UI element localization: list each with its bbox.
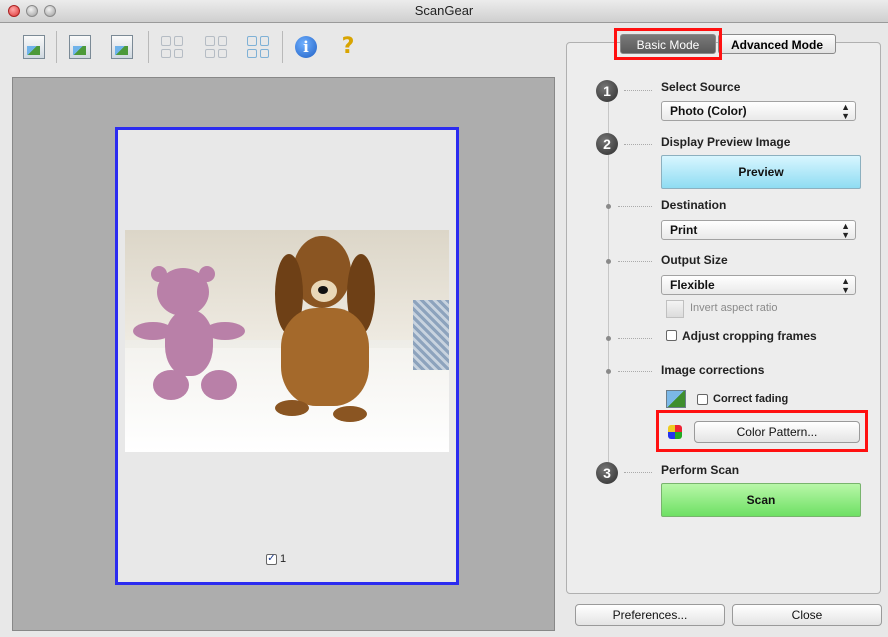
preferences-button[interactable]: Preferences... bbox=[575, 604, 725, 626]
scan-to-file-icon bbox=[69, 35, 91, 59]
dropdown-arrows-icon: ▲ ▼ bbox=[841, 102, 850, 121]
minimize-window-icon[interactable] bbox=[26, 5, 38, 17]
step-dots bbox=[618, 371, 652, 372]
page-select-checkbox[interactable]: ✓ 1 bbox=[266, 553, 286, 565]
zoom-window-icon[interactable] bbox=[44, 5, 56, 17]
output-size-value: Flexible bbox=[670, 278, 715, 292]
output-size-dropdown[interactable]: Flexible ▲ ▼ bbox=[661, 275, 856, 295]
scan-image-button[interactable] bbox=[108, 33, 136, 61]
correct-fading-checkbox[interactable] bbox=[697, 394, 708, 405]
step-1-icon: 1 bbox=[596, 80, 618, 102]
step-dot bbox=[606, 259, 611, 264]
invert-aspect-ratio-label: Invert aspect ratio bbox=[690, 302, 778, 314]
output-size-label: Output Size bbox=[661, 253, 728, 267]
step-dot bbox=[606, 204, 611, 209]
window-title: ScanGear bbox=[414, 3, 474, 18]
toolbar: i ? bbox=[0, 23, 565, 71]
scan-image-icon bbox=[111, 35, 133, 59]
step-dot bbox=[606, 369, 611, 374]
whole-image-view-icon bbox=[205, 36, 227, 58]
info-icon: i bbox=[295, 36, 317, 58]
select-all-frames-button[interactable] bbox=[244, 33, 272, 61]
open-scanned-image-button[interactable] bbox=[20, 33, 48, 61]
perform-scan-label: Perform Scan bbox=[661, 463, 740, 477]
title-bar: ScanGear bbox=[0, 0, 888, 23]
checkbox-checked-icon: ✓ bbox=[266, 553, 277, 565]
correct-fading-icon bbox=[666, 390, 686, 408]
adjust-cropping-label: Adjust cropping frames bbox=[682, 329, 817, 343]
preview-area[interactable]: ✓ 1 bbox=[12, 77, 555, 631]
help-button[interactable]: ? bbox=[334, 33, 362, 61]
preview-page-frame[interactable]: ✓ 1 bbox=[115, 127, 459, 585]
page-number: 1 bbox=[280, 553, 287, 565]
step-dots bbox=[624, 144, 652, 145]
step-dot bbox=[606, 336, 611, 341]
step-3-icon: 3 bbox=[596, 462, 618, 484]
step-dots bbox=[618, 261, 652, 262]
scan-button[interactable]: Scan bbox=[661, 483, 861, 517]
thumbnail-view-button[interactable] bbox=[158, 33, 186, 61]
whole-image-view-button[interactable] bbox=[202, 33, 230, 61]
preview-photo bbox=[125, 230, 449, 452]
scan-to-file-button[interactable] bbox=[66, 33, 94, 61]
invert-aspect-ratio-button[interactable] bbox=[666, 300, 684, 318]
select-source-label: Select Source bbox=[661, 80, 741, 94]
display-preview-label: Display Preview Image bbox=[661, 135, 791, 149]
open-scanned-image-icon bbox=[23, 35, 45, 59]
select-all-frames-icon bbox=[247, 36, 269, 58]
destination-value: Print bbox=[670, 223, 698, 237]
destination-label: Destination bbox=[661, 198, 727, 212]
toolbar-separator bbox=[148, 31, 149, 63]
preview-button[interactable]: Preview bbox=[661, 155, 861, 189]
highlight-basic-mode bbox=[614, 28, 722, 60]
step-dots bbox=[624, 472, 652, 473]
dropdown-arrows-icon: ▲ ▼ bbox=[841, 276, 850, 295]
destination-dropdown[interactable]: Print ▲ ▼ bbox=[661, 220, 856, 240]
toolbar-separator bbox=[56, 31, 57, 63]
dropdown-arrows-icon: ▲ ▼ bbox=[841, 221, 850, 240]
help-icon: ? bbox=[341, 34, 355, 59]
step-dots bbox=[618, 338, 652, 339]
step-dots bbox=[624, 90, 652, 91]
close-button[interactable]: Close bbox=[732, 604, 882, 626]
image-corrections-label: Image corrections bbox=[661, 363, 765, 377]
tab-advanced-mode[interactable]: Advanced Mode bbox=[718, 34, 836, 54]
steps-connector bbox=[608, 100, 609, 470]
thumbnail-view-icon bbox=[161, 36, 183, 58]
info-button[interactable]: i bbox=[292, 33, 320, 61]
toolbar-separator bbox=[282, 31, 283, 63]
correct-fading-label: Correct fading bbox=[713, 393, 789, 405]
adjust-cropping-checkbox[interactable] bbox=[666, 330, 677, 341]
close-window-icon[interactable] bbox=[8, 5, 20, 17]
highlight-color-pattern bbox=[656, 410, 868, 452]
select-source-value: Photo (Color) bbox=[670, 104, 747, 118]
select-source-dropdown[interactable]: Photo (Color) ▲ ▼ bbox=[661, 101, 856, 121]
step-dots bbox=[618, 206, 652, 207]
step-2-icon: 2 bbox=[596, 133, 618, 155]
